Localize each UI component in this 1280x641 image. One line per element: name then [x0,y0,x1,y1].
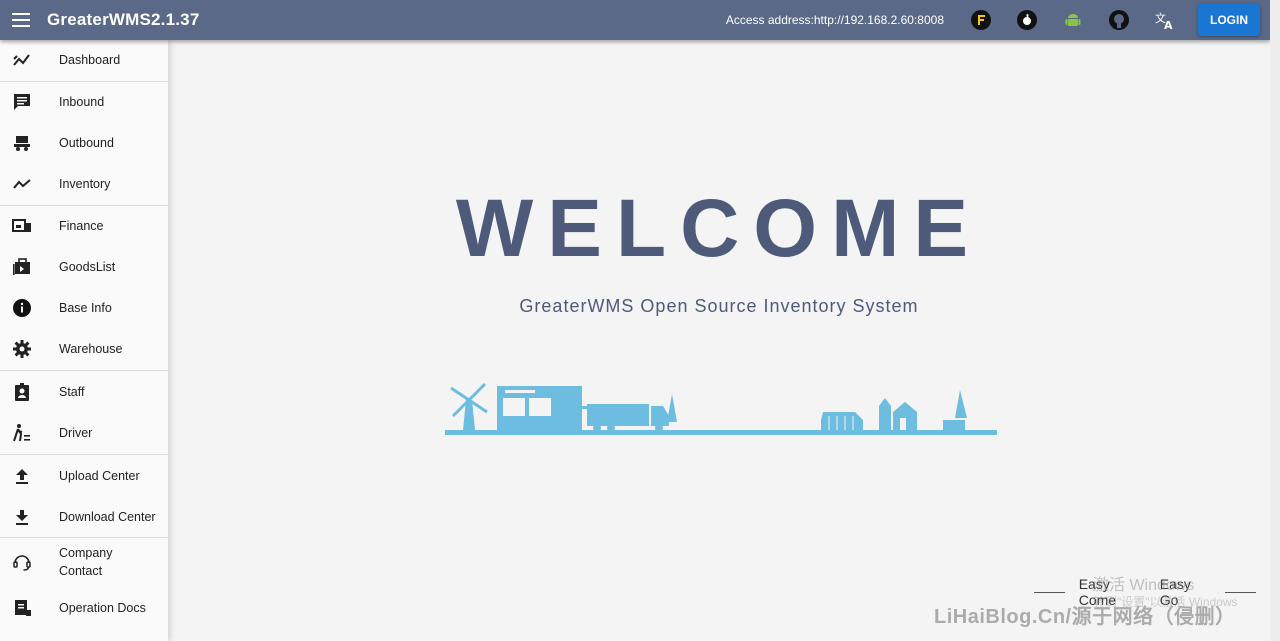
sidebar-item-label: Upload Center [59,468,140,483]
sidebar-item-outbound[interactable]: Outbound [0,123,168,163]
sidebar-item-dashboard[interactable]: Dashboard [0,40,168,80]
sidebar-item-label: GoodsList [59,260,116,274]
goodslist-icon [12,257,32,277]
sidebar-item-label: Base Info [59,301,112,315]
staff-icon [12,382,32,402]
menu-icon[interactable] [12,13,34,27]
sidebar-item-label: Company Contact [59,545,113,578]
github-icon[interactable] [1107,8,1131,32]
apple-icon[interactable] [1015,8,1039,32]
sidebar-item-operation-docs[interactable]: Operation Docs [0,588,168,628]
sidebar-item-finance[interactable]: Finance [0,206,168,246]
sidebar-item-label: Inventory [59,177,111,191]
sidebar-item-label: Inbound [59,95,105,109]
sidebar-item-inbound[interactable]: Inbound [0,82,168,122]
sidebar-item-label: Download Center [59,510,156,524]
app-title: GreaterWMS2.1.37 [47,10,200,29]
divider [1034,591,1065,593]
upload-icon [12,466,32,486]
sidebar-item-label: Outbound [59,136,114,150]
docs-icon [12,598,32,618]
dashboard-icon [12,50,32,70]
main-content: WELCOME GreaterWMS Open Source Inventory… [168,40,1270,641]
page-scrollbar[interactable] [1270,0,1280,641]
sidebar-item-company-contact[interactable]: Company Contact [0,538,168,585]
sidebar-item-label: Finance [59,219,104,233]
finance-icon [12,216,32,236]
sidebar: Dashboard Inbound Outbound Inventory Fin… [0,40,168,641]
sidebar-item-download-center[interactable]: Download Center [0,497,168,537]
driver-icon [12,423,32,443]
logistics-illustration [445,382,997,435]
inventory-icon [12,174,32,194]
translate-icon[interactable]: 文A [1153,8,1177,32]
outbound-icon [12,133,32,153]
welcome-subtitle: GreaterWMS Open Source Inventory System [519,296,919,316]
sidebar-item-warehouse[interactable]: Warehouse [0,329,168,369]
sidebar-item-base-info[interactable]: Base Info [0,288,168,328]
sidebar-item-label: Dashboard [59,53,121,67]
activate-windows-watermark: 激活 Windows [1093,577,1195,594]
sidebar-item-label: Driver [59,426,93,440]
login-button[interactable]: LOGIN [1198,4,1260,36]
download-icon [12,507,32,527]
welcome-heading: WELCOME [455,183,983,274]
inbound-icon [12,92,32,112]
sidebar-item-staff[interactable]: Staff [0,371,168,412]
headset-icon [12,552,32,572]
sidebar-item-inventory[interactable]: Inventory [0,164,168,204]
fuzzing-icon[interactable] [969,8,993,32]
site-watermark: LiHaiBlog.Cn/源于网络（侵删） [934,606,1236,628]
sidebar-item-label: Staff [59,384,85,399]
sidebar-item-goodslist[interactable]: GoodsList [0,247,168,287]
info-icon [12,298,32,318]
gear-icon [12,339,32,359]
android-icon[interactable] [1061,8,1085,32]
sidebar-item-upload-center[interactable]: Upload Center [0,455,168,496]
sidebar-item-label: Operation Docs [59,601,146,615]
svg-text:A: A [1164,19,1173,31]
sidebar-item-label: Warehouse [59,342,123,356]
access-address: Access address:http://192.168.2.60:8008 [725,13,944,27]
app-header: GreaterWMS2.1.37 Access address:http://1… [0,0,1270,40]
sidebar-item-driver[interactable]: Driver [0,413,168,453]
